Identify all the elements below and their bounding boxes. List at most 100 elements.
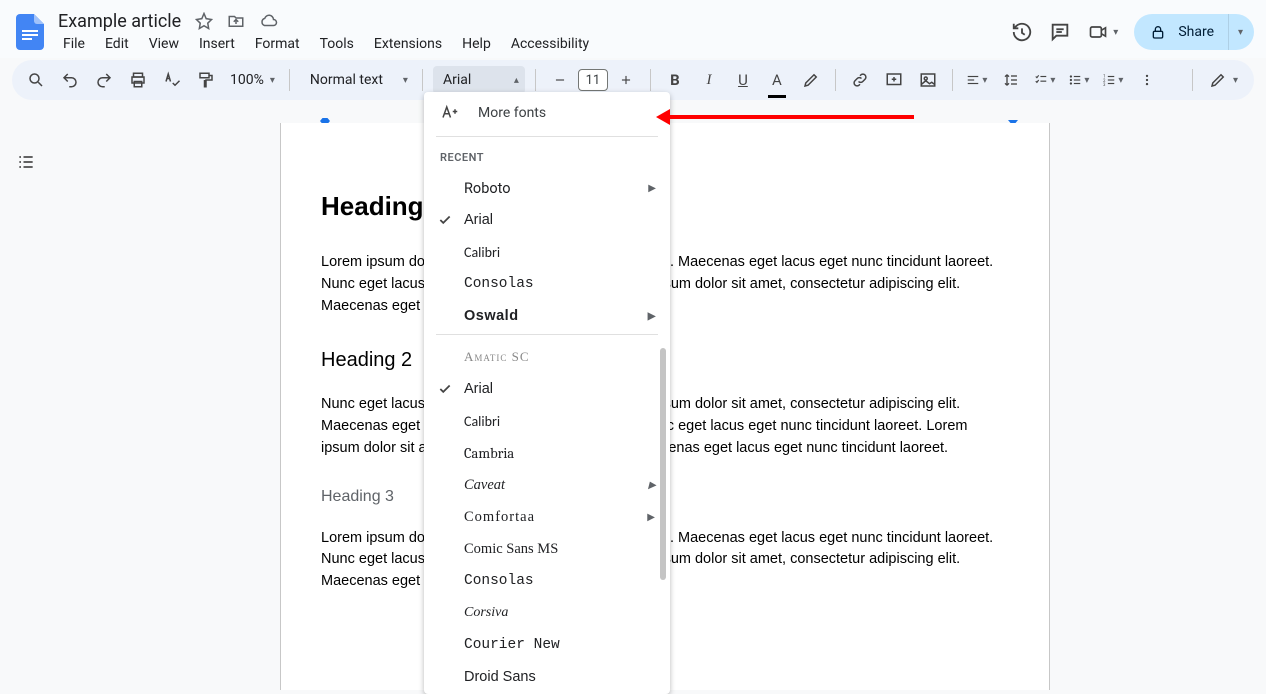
meet-icon[interactable]: ▾ bbox=[1087, 22, 1118, 42]
font-option-arial[interactable]: Arial bbox=[424, 373, 670, 405]
font-option-cambria[interactable]: Cambria bbox=[424, 437, 670, 469]
decrease-font-size-button[interactable] bbox=[546, 66, 574, 94]
font-option-calibri[interactable]: Calibri bbox=[424, 236, 670, 268]
font-option-amatic-sc[interactable]: Amatic SC bbox=[424, 341, 670, 373]
document-title[interactable]: Example article bbox=[54, 11, 185, 32]
bold-button[interactable]: B bbox=[661, 66, 689, 94]
check-icon bbox=[438, 213, 452, 227]
move-icon[interactable] bbox=[227, 12, 245, 30]
zoom-dropdown[interactable]: 100%▾ bbox=[226, 72, 279, 88]
font-name-label: Comfortaa bbox=[464, 509, 535, 526]
font-option-corsiva[interactable]: Corsiva bbox=[424, 597, 670, 629]
font-option-roboto[interactable]: Roboto ▶ bbox=[424, 172, 670, 204]
menu-file[interactable]: File bbox=[54, 34, 94, 54]
redo-icon[interactable] bbox=[90, 66, 118, 94]
more-toolbar-icon[interactable] bbox=[1133, 66, 1161, 94]
font-name-label: Consolas bbox=[464, 276, 534, 292]
font-option-caveat[interactable]: Caveat ▶ bbox=[424, 469, 670, 501]
numbered-list-dropdown[interactable]: 123▾ bbox=[1099, 66, 1127, 94]
menu-format[interactable]: Format bbox=[246, 34, 309, 54]
font-name-label: Courier New bbox=[464, 637, 560, 653]
share-dropdown-caret[interactable]: ▾ bbox=[1228, 14, 1252, 50]
menu-edit[interactable]: Edit bbox=[96, 34, 138, 54]
font-size-input[interactable]: 11 bbox=[578, 69, 608, 91]
text-color-button[interactable]: A bbox=[763, 66, 791, 94]
font-name-label: Arial bbox=[464, 212, 493, 228]
font-name-label: Corsiva bbox=[464, 605, 508, 621]
font-option-comfortaa[interactable]: Comfortaa ▶ bbox=[424, 501, 670, 533]
star-icon[interactable] bbox=[195, 12, 213, 30]
paragraph-style-dropdown[interactable]: Normal text▾ bbox=[300, 72, 412, 88]
menu-tools[interactable]: Tools bbox=[311, 34, 363, 54]
font-name-label: Droid Sans bbox=[464, 669, 536, 685]
version-history-icon[interactable] bbox=[1011, 21, 1033, 43]
font-name-label: Roboto bbox=[464, 180, 511, 197]
print-icon[interactable] bbox=[124, 66, 152, 94]
paint-format-icon[interactable] bbox=[192, 66, 220, 94]
add-font-icon bbox=[440, 104, 458, 122]
editing-mode-dropdown[interactable]: ▾ bbox=[1203, 66, 1244, 94]
spellcheck-icon[interactable] bbox=[158, 66, 186, 94]
insert-comment-button[interactable] bbox=[880, 66, 908, 94]
search-icon[interactable] bbox=[22, 66, 50, 94]
align-dropdown[interactable]: ▾ bbox=[963, 66, 991, 94]
annotation-arrow bbox=[656, 113, 914, 121]
font-option-consolas[interactable]: Consolas bbox=[424, 268, 670, 300]
app-header: Example article FileEditViewInsertFormat… bbox=[0, 0, 1266, 58]
font-option-arial[interactable]: Arial bbox=[424, 204, 670, 236]
font-option-calibri[interactable]: Calibri bbox=[424, 405, 670, 437]
menu-accessibility[interactable]: Accessibility bbox=[502, 34, 598, 54]
submenu-arrow-icon: ▶ bbox=[648, 183, 656, 194]
font-option-courier-new[interactable]: Courier New bbox=[424, 629, 670, 661]
checklist-dropdown[interactable]: ▾ bbox=[1031, 66, 1059, 94]
font-option-comic-sans-ms[interactable]: Comic Sans MS bbox=[424, 533, 670, 565]
font-name-label: Arial bbox=[464, 381, 493, 397]
menu-help[interactable]: Help bbox=[453, 34, 500, 54]
indent-marker-left[interactable] bbox=[320, 118, 330, 121]
menu-view[interactable]: View bbox=[140, 34, 188, 54]
insert-link-button[interactable] bbox=[846, 66, 874, 94]
recent-section-label: RECENT bbox=[424, 143, 670, 172]
font-name-label: Caveat bbox=[464, 477, 505, 494]
underline-button[interactable]: U bbox=[729, 66, 757, 94]
highlight-color-button[interactable] bbox=[797, 66, 825, 94]
font-name-label: Comic Sans MS bbox=[464, 541, 558, 558]
document-outline-icon[interactable] bbox=[14, 150, 38, 174]
font-name-label: Amatic SC bbox=[464, 349, 530, 365]
font-option-droid-sans[interactable]: Droid Sans bbox=[424, 661, 670, 693]
menu-bar: FileEditViewInsertFormatToolsExtensionsH… bbox=[54, 34, 598, 54]
zoom-value: 100% bbox=[230, 72, 264, 88]
svg-text:3: 3 bbox=[1104, 82, 1107, 87]
line-spacing-button[interactable] bbox=[997, 66, 1025, 94]
font-value: Arial bbox=[443, 72, 471, 88]
share-button[interactable]: Share ▾ bbox=[1134, 14, 1254, 50]
submenu-arrow-icon: ▶ bbox=[648, 311, 656, 322]
undo-icon[interactable] bbox=[56, 66, 84, 94]
cloud-status-icon[interactable] bbox=[259, 12, 279, 30]
submenu-arrow-icon: ▶ bbox=[647, 512, 656, 523]
popup-scrollbar[interactable] bbox=[660, 348, 666, 580]
more-fonts-label: More fonts bbox=[478, 105, 546, 121]
font-name-label: Oswald bbox=[464, 308, 519, 324]
font-size-value: 11 bbox=[586, 73, 601, 88]
font-dropdown-popup: More fonts RECENT Roboto ▶ Arial Calibri Con… bbox=[424, 92, 670, 694]
font-name-label: Calibri bbox=[464, 413, 500, 430]
increase-font-size-button[interactable] bbox=[612, 66, 640, 94]
font-option-consolas[interactable]: Consolas bbox=[424, 565, 670, 597]
menu-insert[interactable]: Insert bbox=[190, 34, 244, 54]
share-label: Share bbox=[1178, 24, 1214, 40]
bulleted-list-dropdown[interactable]: ▾ bbox=[1065, 66, 1093, 94]
more-fonts-item[interactable]: More fonts bbox=[424, 92, 670, 134]
comments-icon[interactable] bbox=[1049, 21, 1071, 43]
menu-extensions[interactable]: Extensions bbox=[365, 34, 451, 54]
font-family-dropdown[interactable]: Arial▴ bbox=[433, 66, 525, 94]
style-value: Normal text bbox=[310, 72, 383, 88]
italic-button[interactable]: I bbox=[695, 66, 723, 94]
submenu-arrow-icon: ▶ bbox=[648, 480, 656, 491]
font-name-label: Cambria bbox=[464, 445, 514, 462]
lock-icon bbox=[1150, 24, 1166, 40]
font-name-label: Consolas bbox=[464, 573, 534, 589]
insert-image-button[interactable] bbox=[914, 66, 942, 94]
docs-logo-icon[interactable] bbox=[12, 14, 48, 50]
font-option-oswald[interactable]: Oswald ▶ bbox=[424, 300, 670, 332]
